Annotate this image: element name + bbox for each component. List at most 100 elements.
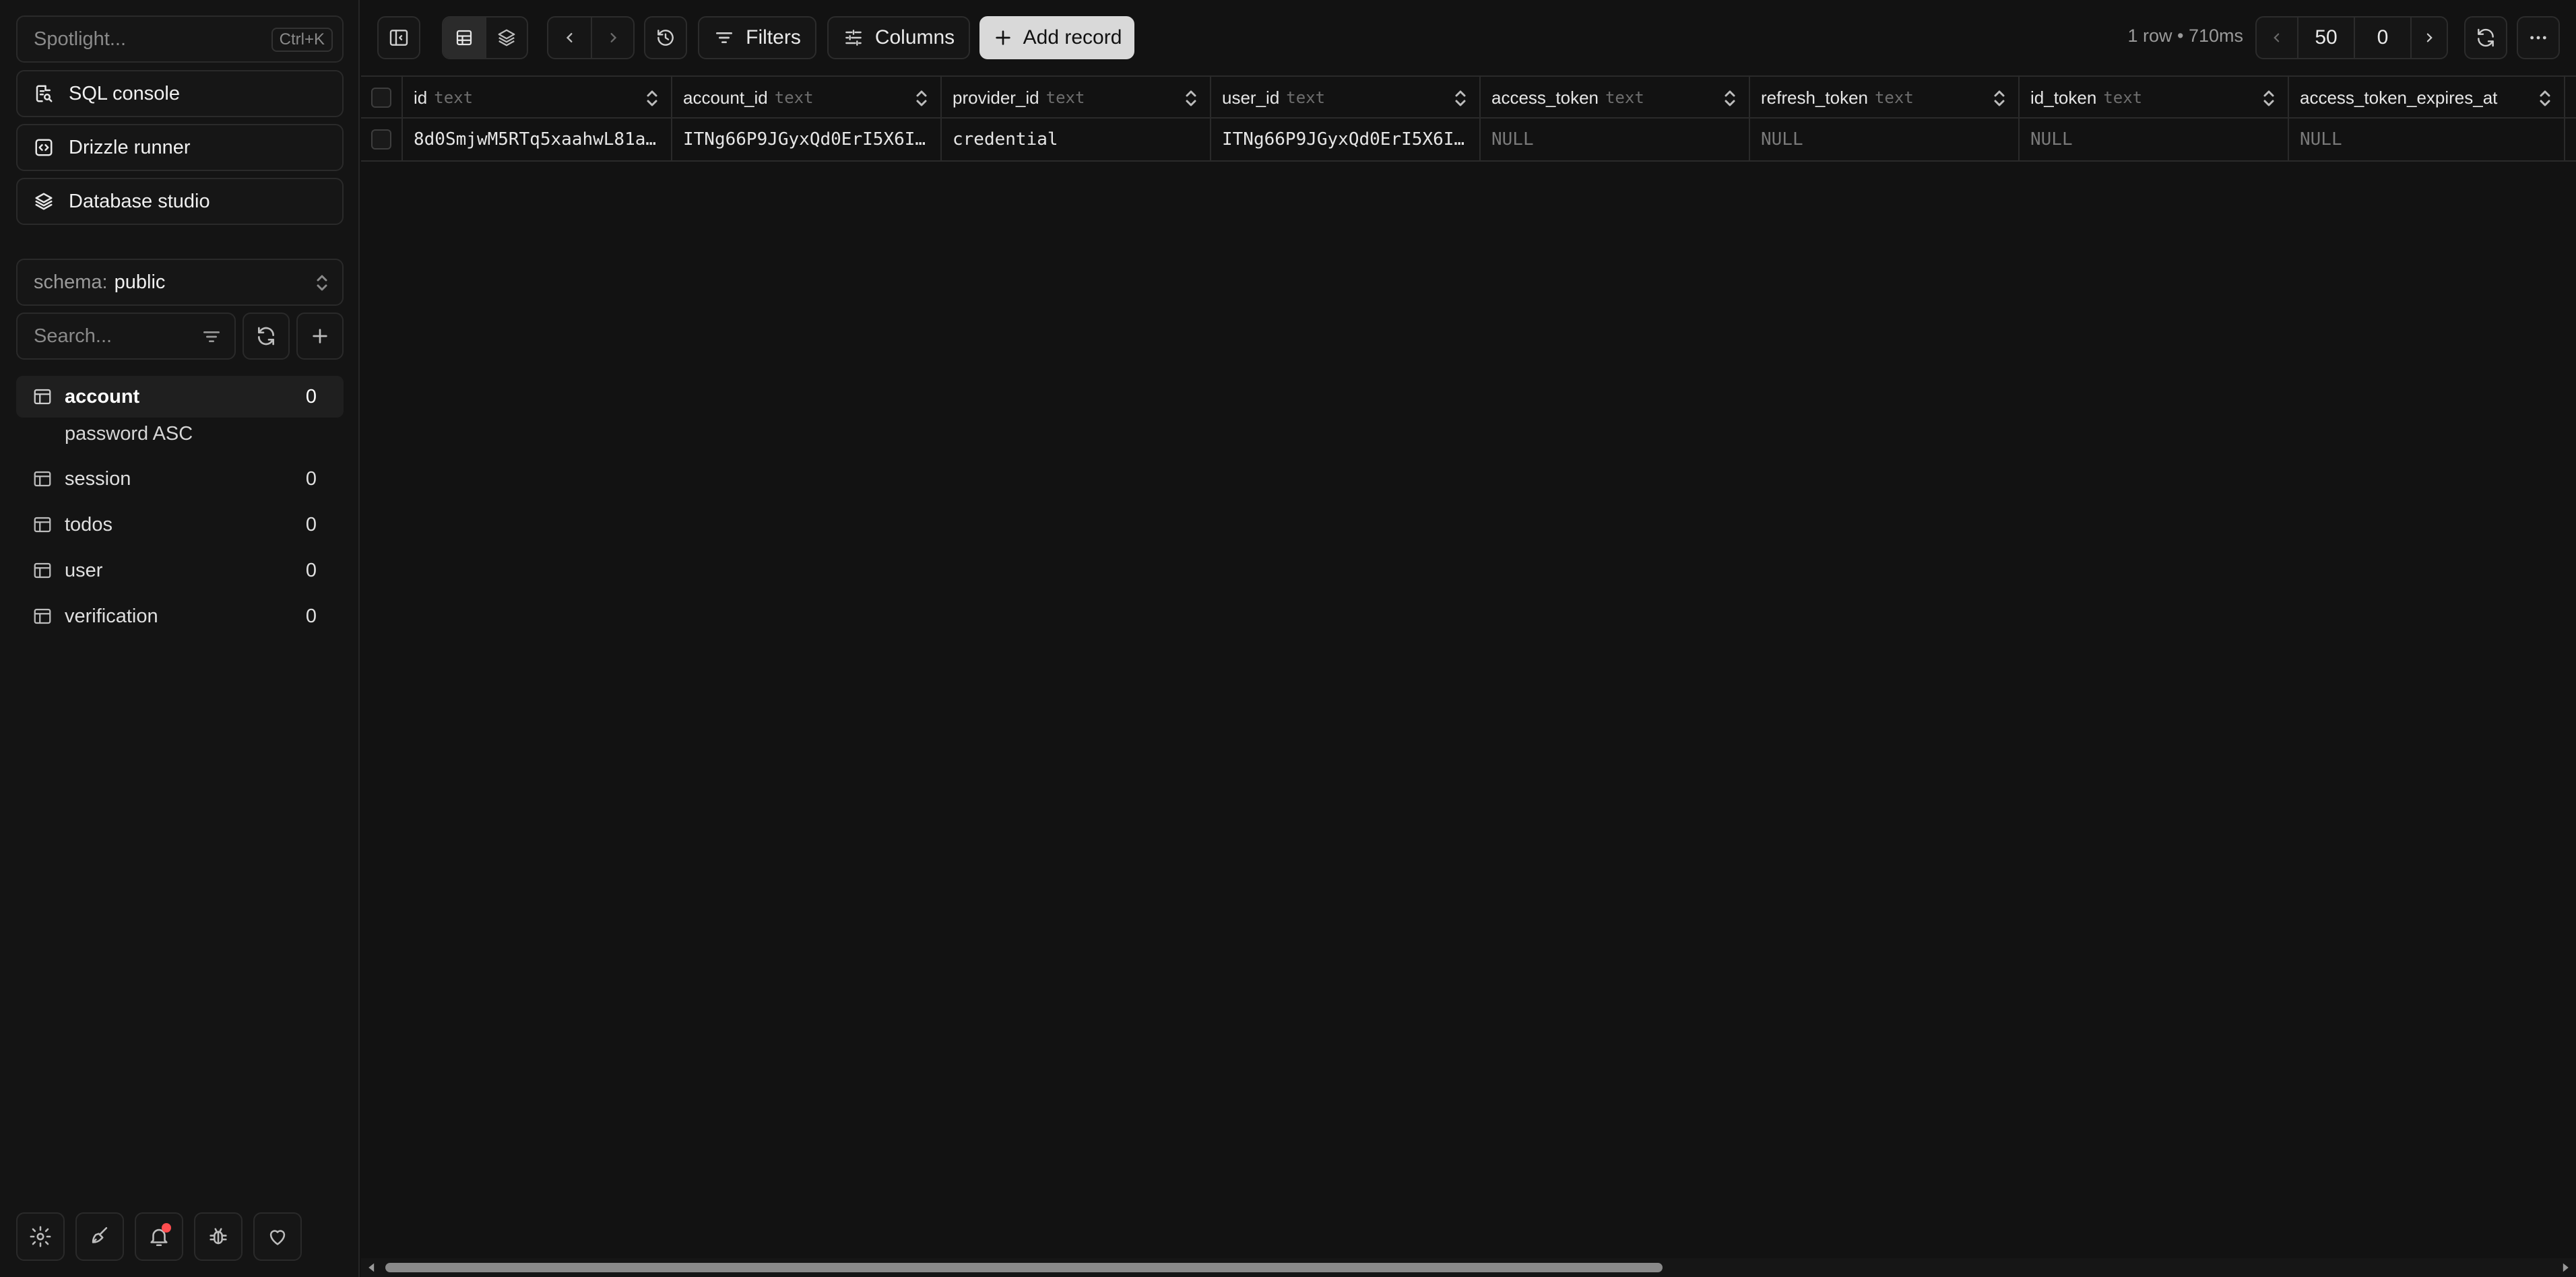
scroll-left-icon[interactable] (366, 1262, 377, 1273)
table-cell[interactable]: N (2565, 119, 2576, 160)
column-name: access_token_expires_at (2300, 87, 2498, 108)
column-header-account-id[interactable]: account_id text (672, 77, 942, 119)
table-search-input[interactable] (18, 314, 193, 358)
sql-console-button[interactable]: SQL console (16, 70, 344, 117)
ellipsis-icon (2530, 36, 2546, 40)
report-bug-button[interactable] (194, 1212, 243, 1261)
sort-icon[interactable] (913, 89, 930, 108)
scroll-right-icon[interactable] (2560, 1262, 2571, 1273)
structure-view-button[interactable] (485, 18, 527, 58)
column-header-id[interactable]: id text (403, 77, 672, 119)
cell-value: credential (953, 129, 1058, 150)
column-type: text (1605, 88, 1644, 107)
heart-icon (269, 1230, 286, 1245)
offset-input[interactable]: 0 (2354, 18, 2410, 58)
table-count: 0 (305, 467, 317, 490)
column-name: refresh_token (1761, 87, 1868, 108)
page-size-input[interactable]: 50 (2297, 18, 2354, 58)
forward-button[interactable] (591, 18, 633, 58)
database-studio-button[interactable]: Database studio (16, 178, 344, 225)
refresh-data-button[interactable] (2464, 16, 2507, 59)
horizontal-scrollbar[interactable] (361, 1258, 2576, 1277)
columns-button[interactable]: Columns (827, 16, 970, 59)
column-header-id-token[interactable]: id_token text (2020, 77, 2289, 119)
table-cell[interactable]: NULL (2289, 119, 2565, 160)
cell-value: NULL (1491, 129, 1534, 150)
query-history-button[interactable] (644, 16, 687, 59)
table-cell[interactable]: NULL (1750, 119, 2020, 160)
column-name: id_token (2030, 87, 2097, 108)
sort-icon[interactable] (2537, 89, 2553, 108)
back-button[interactable] (548, 18, 591, 58)
sort-icon[interactable] (2261, 89, 2277, 108)
table-cell[interactable]: ITNg66P9JGyxQd0ErI5X6I… (672, 119, 942, 160)
view-mode-toggle (442, 16, 528, 59)
add-table-button[interactable] (296, 313, 344, 360)
toggle-sidebar-button[interactable] (377, 16, 420, 59)
table-cell[interactable]: NULL (1481, 119, 1750, 160)
notifications-button[interactable] (135, 1212, 183, 1261)
column-header-cut-off[interactable]: r (2565, 77, 2576, 119)
layers-icon (35, 193, 53, 210)
column-header-provider-id[interactable]: provider_id text (942, 77, 1211, 119)
filter-lines-icon[interactable] (201, 326, 222, 348)
clean-button[interactable] (75, 1212, 124, 1261)
filters-button[interactable]: Filters (698, 16, 816, 59)
sort-icon[interactable] (644, 89, 660, 108)
row-checkbox[interactable] (371, 129, 391, 150)
table-name: account (65, 385, 140, 407)
column-type: text (1286, 88, 1326, 107)
table-item-verification[interactable]: verification 0 (16, 595, 344, 637)
column-header-user-id[interactable]: user_id text (1211, 77, 1481, 119)
select-all-checkbox[interactable] (371, 88, 391, 108)
prev-page-button[interactable] (2257, 18, 2297, 58)
column-name: user_id (1222, 87, 1280, 108)
sort-icon[interactable] (1452, 89, 1469, 108)
refresh-icon (258, 327, 274, 346)
sort-icon[interactable] (1991, 89, 2007, 108)
table-item-user[interactable]: user 0 (16, 550, 344, 591)
sort-icon[interactable] (1183, 89, 1199, 108)
sort-icon[interactable] (1722, 89, 1738, 108)
table-cell[interactable]: 8d0SmjwM5RTq5xaahwL81a… (403, 119, 672, 160)
table-count: 0 (305, 385, 317, 407)
table-row[interactable]: 8d0SmjwM5RTq5xaahwL81a… ITNg66P9JGyxQd0E… (361, 119, 2576, 162)
table-view-button[interactable] (443, 18, 485, 58)
column-header-refresh-token[interactable]: refresh_token text (1750, 77, 2020, 119)
table-item-account[interactable]: account 0 (16, 376, 344, 418)
layers-icon (498, 29, 515, 46)
cell-value: 8d0SmjwM5RTq5xaahwL81a… (414, 129, 657, 150)
schema-select[interactable]: schema: public (16, 259, 344, 306)
drizzle-runner-button[interactable]: Drizzle runner (16, 124, 344, 171)
spotlight-search[interactable]: Spotlight... Ctrl+K (16, 15, 344, 63)
table-icon (34, 608, 51, 624)
column-name: account_id (683, 87, 768, 108)
column-header-access-token-expires-at[interactable]: access_token_expires_at (2289, 77, 2565, 119)
filters-label: Filters (746, 26, 801, 48)
column-header-access-token[interactable]: access_token text (1481, 77, 1750, 119)
refresh-tables-button[interactable] (243, 313, 290, 360)
add-record-button[interactable]: Add record (979, 16, 1134, 59)
cell-value: NULL (2030, 129, 2073, 150)
sidebar: Spotlight... Ctrl+K SQL console Drizzle … (0, 0, 360, 1277)
table-icon (34, 562, 51, 579)
table-item-session[interactable]: session 0 (16, 458, 344, 500)
table-cell[interactable]: NULL (2020, 119, 2289, 160)
scrollbar-thumb[interactable] (385, 1263, 1663, 1272)
table-cell[interactable]: ITNg66P9JGyxQd0ErI5X6I… (1211, 119, 1481, 160)
table-item-todos[interactable]: todos 0 (16, 504, 344, 546)
next-page-button[interactable] (2410, 18, 2447, 58)
table-name: session (65, 467, 131, 490)
settings-button[interactable] (16, 1212, 65, 1261)
sponsor-button[interactable] (253, 1212, 302, 1261)
more-options-button[interactable] (2517, 16, 2560, 59)
grid-icon (456, 30, 472, 46)
sql-console-icon (36, 85, 53, 102)
history-navigation (547, 16, 635, 59)
table-cell[interactable]: credential (942, 119, 1211, 160)
cell-value: NULL (1761, 129, 1803, 150)
table-count: 0 (305, 559, 317, 581)
row-checkbox-cell (361, 119, 403, 160)
column-name: provider_id (953, 87, 1039, 108)
plus-icon (995, 30, 1010, 45)
